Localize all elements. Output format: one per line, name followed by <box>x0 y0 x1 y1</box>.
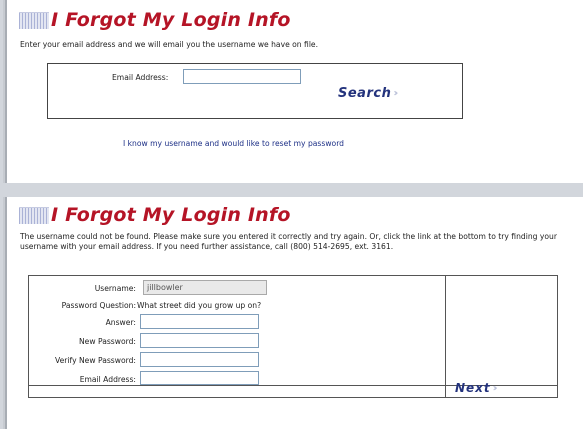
lookup-title-row: I Forgot My Login Info <box>19 10 291 30</box>
lookup-instructions: Enter your email address and we will ema… <box>20 40 319 49</box>
next-button-label: Next <box>455 381 491 395</box>
new-password-label: New Password: <box>78 337 136 346</box>
verify-password-input[interactable] <box>140 352 259 367</box>
reset-password-link[interactable]: I know my username and would like to res… <box>123 139 344 148</box>
password-reset-panel: I Forgot My Login Info The username coul… <box>7 197 583 429</box>
double-chevron-right-icon: ›› <box>492 382 498 394</box>
reset-page-title: I Forgot My Login Info <box>51 204 291 226</box>
striped-square-icon <box>19 11 49 29</box>
lookup-page-title: I Forgot My Login Info <box>51 9 291 31</box>
username-lookup-panel: I Forgot My Login Info Enter your email … <box>7 0 583 183</box>
password-question-label: Password Question: <box>61 301 136 310</box>
email-address-label: Email Address: <box>79 375 136 384</box>
username-field: jillbowler <box>143 280 267 295</box>
error-message: The username could not be found. Please … <box>20 232 557 251</box>
search-button-label: Search <box>338 86 392 101</box>
email-search-box: Email Address: Search ›› <box>47 63 463 119</box>
password-question-value: What street did you grow up on? <box>137 301 262 310</box>
striped-square-icon <box>19 206 49 224</box>
reset-title-row: I Forgot My Login Info <box>19 205 291 225</box>
next-button[interactable]: Next ›› <box>455 381 498 395</box>
form-column-divider <box>445 276 446 397</box>
email-address-input[interactable] <box>140 371 259 385</box>
answer-input[interactable] <box>140 314 259 329</box>
email-label: Email Address: <box>112 73 169 82</box>
search-button[interactable]: Search ›› <box>338 86 398 101</box>
new-password-input[interactable] <box>140 333 259 348</box>
email-input[interactable] <box>183 69 301 84</box>
double-chevron-right-icon: ›› <box>393 88 398 99</box>
reset-form: Username: jillbowler Password Question: … <box>28 275 558 398</box>
answer-label: Answer: <box>105 318 136 327</box>
verify-password-label: Verify New Password: <box>55 356 136 365</box>
username-label: Username: <box>94 284 136 293</box>
